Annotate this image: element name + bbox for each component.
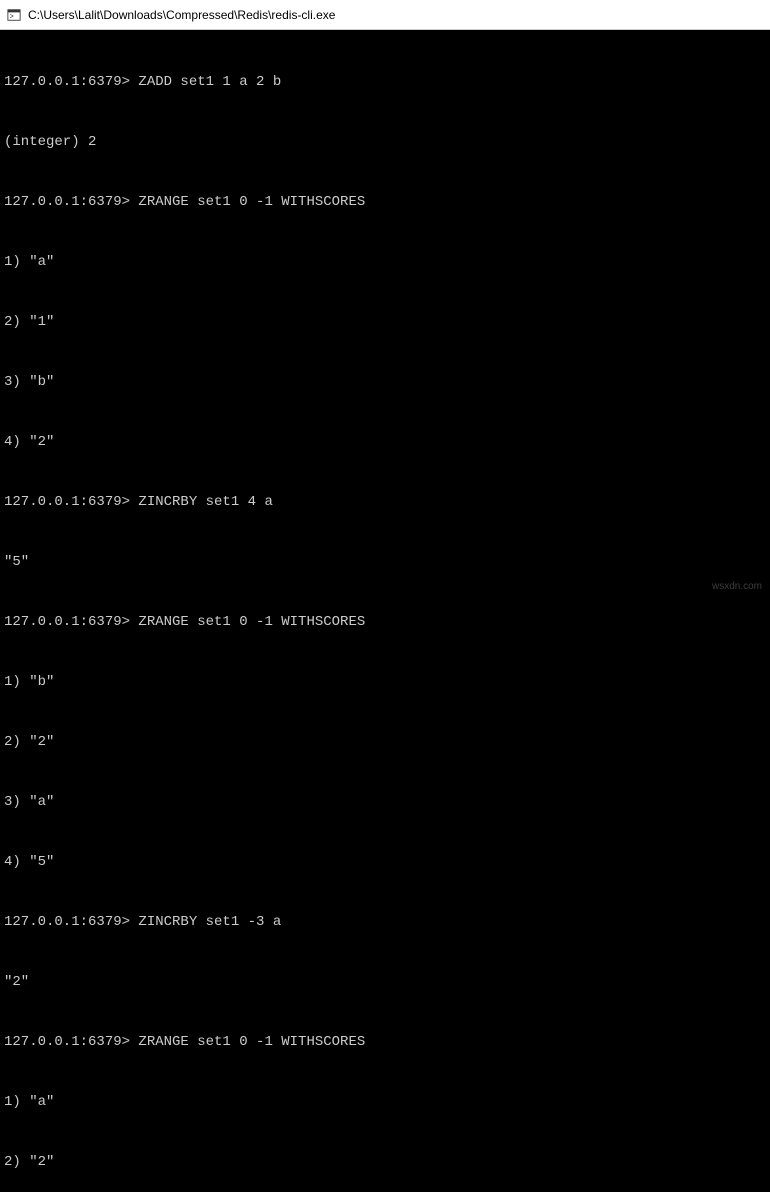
terminal-line: 2) "1": [4, 312, 766, 332]
terminal-line: 3) "a": [4, 792, 766, 812]
svg-text:>: >: [10, 13, 14, 21]
terminal-line: 4) "5": [4, 852, 766, 872]
terminal-line: "2": [4, 972, 766, 992]
terminal-line: 127.0.0.1:6379> ZRANGE set1 0 -1 WITHSCO…: [4, 1032, 766, 1052]
terminal-output[interactable]: 127.0.0.1:6379> ZADD set1 1 a 2 b (integ…: [0, 30, 770, 1192]
terminal-line: 1) "b": [4, 672, 766, 692]
terminal-line: 2) "2": [4, 732, 766, 752]
terminal-line: 1) "a": [4, 252, 766, 272]
terminal-line: 1) "a": [4, 1092, 766, 1112]
terminal-line: 127.0.0.1:6379> ZRANGE set1 0 -1 WITHSCO…: [4, 192, 766, 212]
title-bar: > C:\Users\Lalit\Downloads\Compressed\Re…: [0, 0, 770, 30]
watermark: wsxdn.com: [712, 581, 762, 592]
terminal-line: 127.0.0.1:6379> ZINCRBY set1 4 a: [4, 492, 766, 512]
terminal-line: 127.0.0.1:6379> ZINCRBY set1 -3 a: [4, 912, 766, 932]
app-icon: >: [6, 7, 22, 23]
terminal-line: 2) "2": [4, 1152, 766, 1172]
terminal-line: "5": [4, 552, 766, 572]
terminal-line: 3) "b": [4, 372, 766, 392]
window-title: C:\Users\Lalit\Downloads\Compressed\Redi…: [28, 8, 335, 22]
terminal-line: (integer) 2: [4, 132, 766, 152]
terminal-line: 127.0.0.1:6379> ZRANGE set1 0 -1 WITHSCO…: [4, 612, 766, 632]
terminal-line: 4) "2": [4, 432, 766, 452]
terminal-line: 127.0.0.1:6379> ZADD set1 1 a 2 b: [4, 72, 766, 92]
